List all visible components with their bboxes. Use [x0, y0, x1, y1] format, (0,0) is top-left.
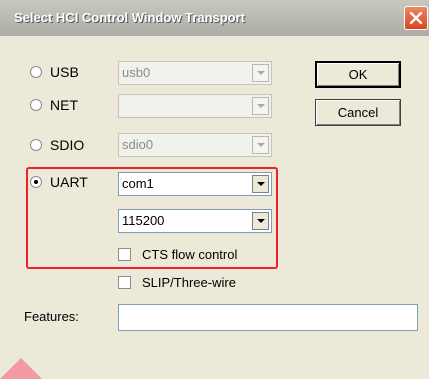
features-input[interactable] [118, 304, 418, 331]
usb-label: USB [50, 64, 79, 80]
baud-rate-value: 115200 [122, 213, 165, 228]
corner-decoration [0, 358, 42, 379]
sdio-device-select[interactable]: sdio0 [118, 133, 272, 157]
close-button[interactable] [404, 6, 428, 30]
uart-radio-circle[interactable] [30, 176, 42, 188]
close-icon [409, 11, 423, 25]
usb-device-select[interactable]: usb0 [118, 61, 272, 85]
transport-dialog: Select HCI Control Window Transport USB … [0, 0, 429, 379]
cts-checkbox-box[interactable] [118, 247, 131, 261]
sdio-radio-circle[interactable] [30, 139, 42, 151]
sdio-radio[interactable]: SDIO [30, 134, 84, 156]
cancel-button[interactable]: Cancel [315, 99, 401, 126]
title-bar[interactable]: Select HCI Control Window Transport [0, 0, 429, 36]
slip-label: SLIP/Three-wire [142, 274, 236, 290]
chevron-down-icon[interactable] [252, 212, 269, 230]
net-radio-circle[interactable] [30, 99, 42, 111]
uart-label: UART [50, 174, 88, 190]
features-label: Features: [24, 309, 79, 324]
net-label: NET [50, 97, 78, 113]
uart-port-value: com1 [122, 176, 154, 191]
sdio-device-value: sdio0 [122, 137, 154, 152]
usb-radio[interactable]: USB [30, 61, 79, 83]
window-title: Select HCI Control Window Transport [14, 10, 246, 25]
chevron-down-icon[interactable] [252, 136, 269, 154]
cts-flow-control-checkbox[interactable]: CTS flow control [118, 244, 237, 264]
chevron-down-icon[interactable] [252, 97, 269, 115]
sdio-label: SDIO [50, 137, 85, 153]
cts-label: CTS flow control [142, 246, 238, 262]
slip-checkbox-box[interactable] [118, 275, 131, 289]
usb-device-value: usb0 [122, 65, 151, 80]
baud-rate-select[interactable]: 115200 [118, 209, 272, 233]
net-radio[interactable]: NET [30, 94, 78, 116]
uart-port-select[interactable]: com1 [118, 172, 272, 196]
ok-button[interactable]: OK [315, 61, 401, 88]
usb-radio-circle[interactable] [30, 66, 42, 78]
chevron-down-icon[interactable] [252, 64, 269, 82]
uart-radio[interactable]: UART [30, 171, 88, 193]
net-device-select[interactable] [118, 94, 272, 118]
slip-three-wire-checkbox[interactable]: SLIP/Three-wire [118, 272, 236, 292]
chevron-down-icon[interactable] [252, 175, 269, 193]
